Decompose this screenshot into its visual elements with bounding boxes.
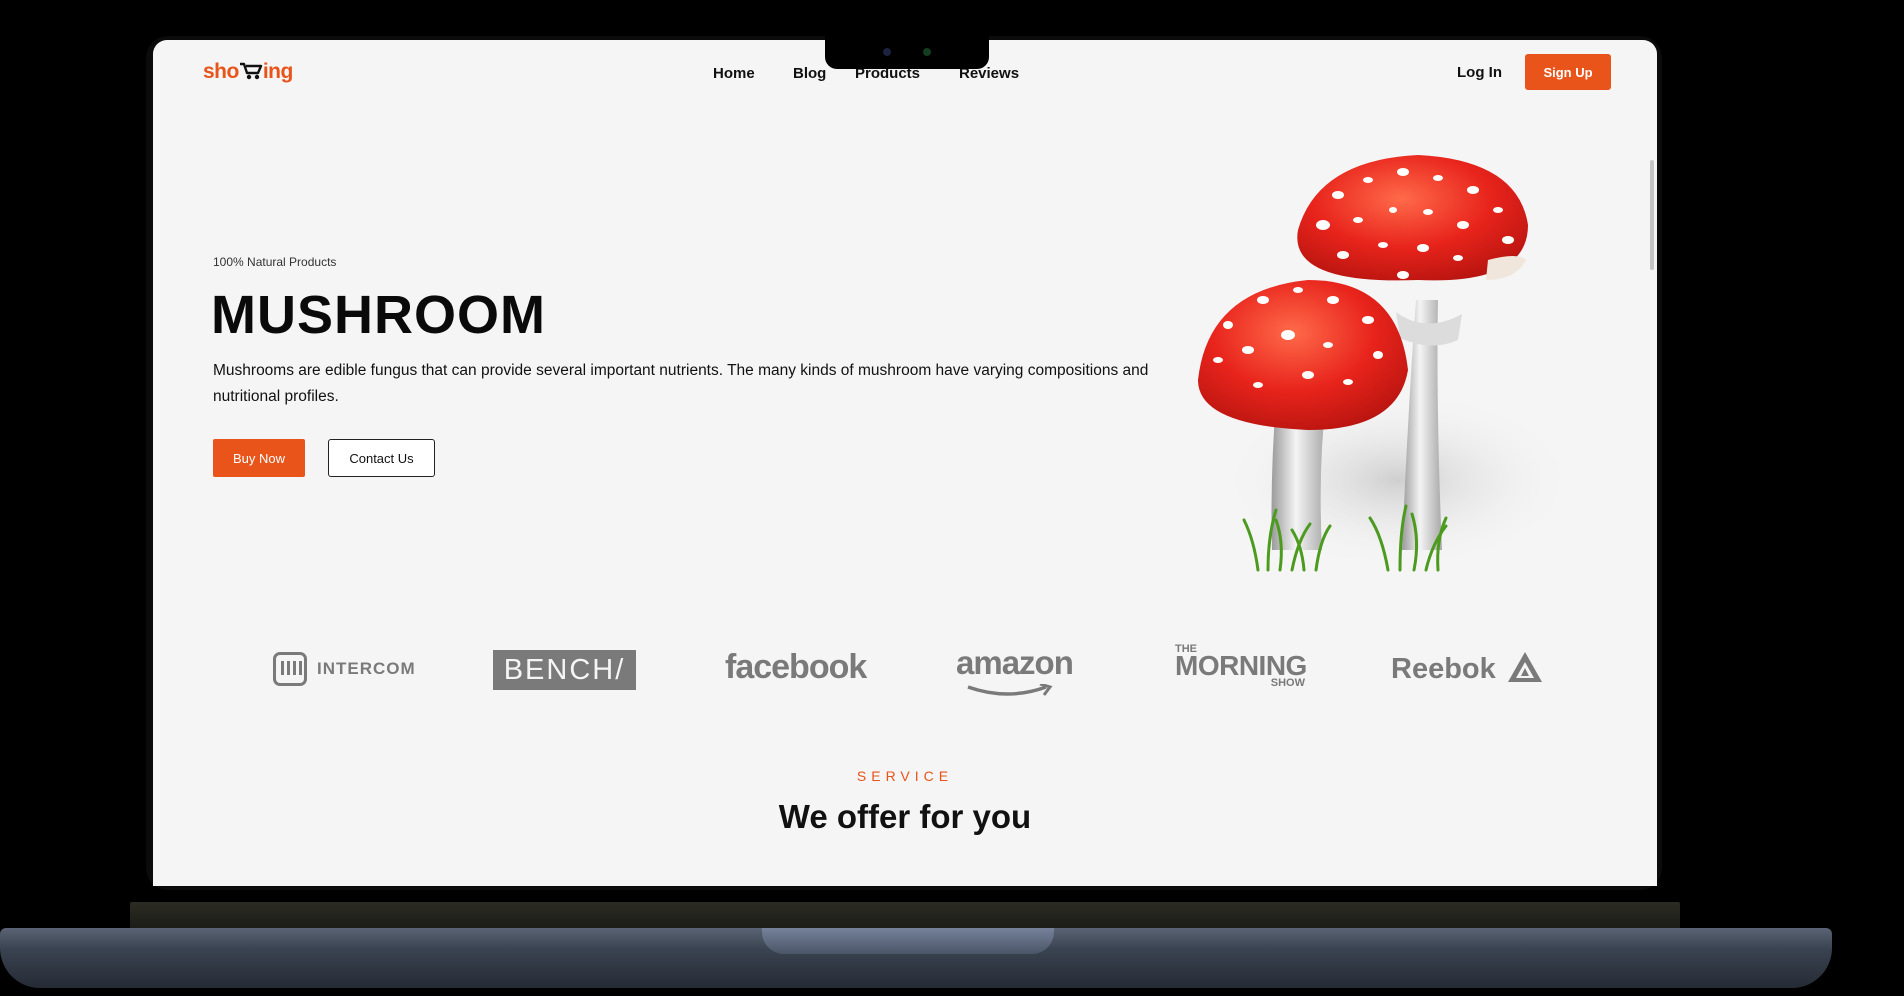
reebok-logo: Reebok xyxy=(1391,650,1544,686)
browser-viewport: sho ing Home Blog Products Reviews Log I… xyxy=(153,40,1657,886)
intercom-logo: INTERCOM xyxy=(273,652,416,686)
hero-title: MUSHROOM xyxy=(211,285,546,345)
amazon-logo: amazon xyxy=(956,644,1074,696)
cart-icon xyxy=(239,62,263,80)
hero-tagline: 100% Natural Products xyxy=(213,255,337,269)
site-logo[interactable]: sho ing xyxy=(203,60,293,84)
facebook-logo: facebook xyxy=(725,648,867,686)
morning-show-logo: THE MORNING SHOW xyxy=(1175,643,1307,689)
camera-icon xyxy=(883,48,891,56)
contact-us-button[interactable]: Contact Us xyxy=(328,439,435,477)
nav-home[interactable]: Home xyxy=(713,65,755,82)
nav-blog[interactable]: Blog xyxy=(793,65,826,82)
bench-logo: BENCH/ xyxy=(493,650,636,690)
service-title: We offer for you xyxy=(778,798,1032,835)
mushroom-illustration xyxy=(1198,155,1578,572)
scrollbar[interactable] xyxy=(1650,160,1654,270)
camera-notch xyxy=(825,36,989,69)
camera-indicator-icon xyxy=(923,48,931,56)
laptop-opening-lip xyxy=(762,928,1054,954)
login-link[interactable]: Log In xyxy=(1457,64,1502,81)
reebok-delta-icon xyxy=(1507,652,1542,682)
intercom-icon xyxy=(273,652,307,686)
buy-now-button[interactable]: Buy Now xyxy=(213,439,305,477)
service-eyebrow: SERVICE xyxy=(856,768,954,784)
signup-button[interactable]: Sign Up xyxy=(1525,54,1611,90)
partner-logos: INTERCOM BENCH/ facebook amazon THE MORN… xyxy=(153,610,1657,696)
hero-description: Mushrooms are edible fungus that can pro… xyxy=(213,362,1149,405)
amazon-smile-icon xyxy=(967,684,1053,696)
